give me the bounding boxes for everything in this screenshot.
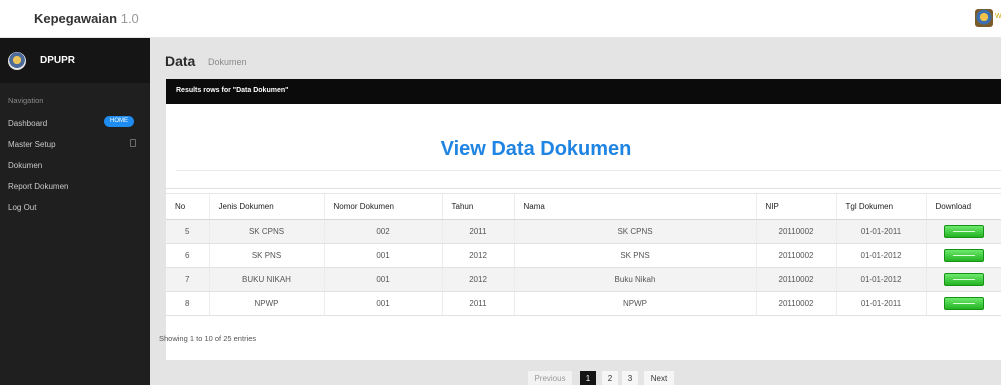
cell-nip: 20110002 [755, 219, 836, 244]
cell-no: 5 [166, 219, 209, 244]
download-button[interactable] [943, 249, 984, 262]
pagination-next-button[interactable]: Next [644, 371, 674, 385]
pagination-page-3[interactable]: 3 [622, 371, 638, 385]
pagination-previous-button[interactable]: Previous [528, 371, 572, 385]
table-header-row: No Jenis Dokumen Nomor Dokumen Tahun Nam… [166, 193, 1001, 220]
sidebar-header: DPUPR [0, 38, 150, 83]
download-button[interactable] [943, 273, 984, 286]
cell-tahun: 2011 [441, 291, 514, 316]
cell-nip: 20110002 [755, 243, 836, 268]
page-subtitle: Dokumen [208, 57, 247, 67]
expand-icon[interactable] [130, 139, 136, 147]
nav-section-label: Navigation [8, 96, 44, 105]
table-row: 5 SK CPNS 002 2011 SK CPNS 20110002 01-0… [166, 219, 1001, 244]
table-row: 8 NPWP 001 2011 NPWP 20110002 01-01-2011 [166, 291, 1001, 316]
cell-tahun: 2011 [441, 219, 514, 244]
sidebar-item-dashboard[interactable]: Dashboard [8, 119, 47, 128]
app-version: 1.0 [120, 11, 139, 26]
table-row: 6 SK PNS 001 2012 SK PNS 20110002 01-01-… [166, 243, 1001, 268]
cell-tgl-dokumen: 01-01-2012 [835, 243, 926, 268]
divider [176, 170, 1001, 171]
table-row: 7 BUKU NIKAH 001 2012 Buku Nikah 2011000… [166, 267, 1001, 292]
column-header-nip[interactable]: NIP [755, 193, 836, 220]
cell-tgl-dokumen: 01-01-2012 [835, 267, 926, 292]
sidebar: DPUPR Navigation Dashboard HOME Master S… [0, 38, 150, 385]
sidebar-item-report-dokumen[interactable]: Report Dokumen [8, 182, 68, 191]
cell-jenis-dokumen: SK PNS [208, 243, 324, 268]
download-button[interactable] [943, 297, 984, 310]
column-header-jenis-dokumen[interactable]: Jenis Dokumen [208, 193, 324, 220]
cell-nomor-dokumen: 001 [323, 291, 442, 316]
cell-download [925, 219, 1001, 244]
organization-logo-icon [8, 52, 26, 70]
cell-jenis-dokumen: SK CPNS [208, 219, 324, 244]
results-header: Results rows for "Data Dokumen" [166, 79, 1001, 104]
cell-nomor-dokumen: 002 [323, 219, 442, 244]
home-badge[interactable]: HOME [104, 116, 134, 127]
cell-no: 6 [166, 243, 209, 268]
sidebar-item-master-setup[interactable]: Master Setup [8, 140, 56, 149]
pagination-page-1[interactable]: 1 [580, 371, 596, 385]
cell-tgl-dokumen: 01-01-2011 [835, 219, 926, 244]
sidebar-item-log-out[interactable]: Log Out [8, 203, 36, 212]
view-title: View Data Dokumen [440, 138, 632, 160]
cell-nomor-dokumen: 001 [323, 267, 442, 292]
cell-nama: Buku Nikah [513, 267, 756, 292]
pagination-page-2[interactable]: 2 [602, 371, 618, 385]
cell-nip: 20110002 [755, 291, 836, 316]
app-brand[interactable]: Kepegawaian 1.0 [34, 11, 139, 26]
sidebar-title: DPUPR [40, 55, 76, 66]
cell-jenis-dokumen: NPWP [208, 291, 324, 316]
cell-tgl-dokumen: 01-01-2011 [835, 291, 926, 316]
documents-table: No Jenis Dokumen Nomor Dokumen Tahun Nam… [166, 193, 1001, 316]
cell-download [925, 243, 1001, 268]
main-content: Data Dokumen Results rows for "Data Doku… [150, 38, 1001, 385]
cell-download [925, 291, 1001, 316]
cell-no: 8 [166, 291, 209, 316]
column-header-nama[interactable]: Nama [513, 193, 756, 220]
page-title: Data [165, 53, 196, 69]
cell-nama: NPWP [513, 291, 756, 316]
user-name[interactable]: W [995, 13, 1001, 20]
sidebar-item-dokumen[interactable]: Dokumen [8, 161, 42, 170]
results-panel: View Data Dokumen No Jenis Dokumen Nomor… [166, 104, 1001, 360]
cell-download [925, 267, 1001, 292]
cell-nomor-dokumen: 001 [323, 243, 442, 268]
user-avatar-icon[interactable] [975, 9, 993, 27]
cell-nip: 20110002 [755, 267, 836, 292]
cell-no: 7 [166, 267, 209, 292]
column-header-tahun[interactable]: Tahun [441, 193, 514, 220]
cell-tahun: 2012 [441, 267, 514, 292]
panel-footer [166, 360, 1001, 368]
divider [166, 188, 1001, 189]
column-header-nomor-dokumen[interactable]: Nomor Dokumen [323, 193, 442, 220]
entries-info: Showing 1 to 10 of 25 entries [159, 334, 257, 343]
top-bar: Kepegawaian 1.0 W [0, 0, 1001, 38]
cell-nama: SK CPNS [513, 219, 756, 244]
cell-jenis-dokumen: BUKU NIKAH [208, 267, 324, 292]
results-header-label: Results rows for "Data Dokumen" [176, 87, 289, 94]
cell-tahun: 2012 [441, 243, 514, 268]
column-header-tgl-dokumen[interactable]: Tgl Dokumen [835, 193, 926, 220]
download-button[interactable] [943, 225, 984, 238]
column-header-no[interactable]: No [166, 193, 209, 220]
cell-nama: SK PNS [513, 243, 756, 268]
app-brand-name: Kepegawaian [34, 11, 118, 26]
column-header-download[interactable]: Download [925, 193, 1001, 220]
